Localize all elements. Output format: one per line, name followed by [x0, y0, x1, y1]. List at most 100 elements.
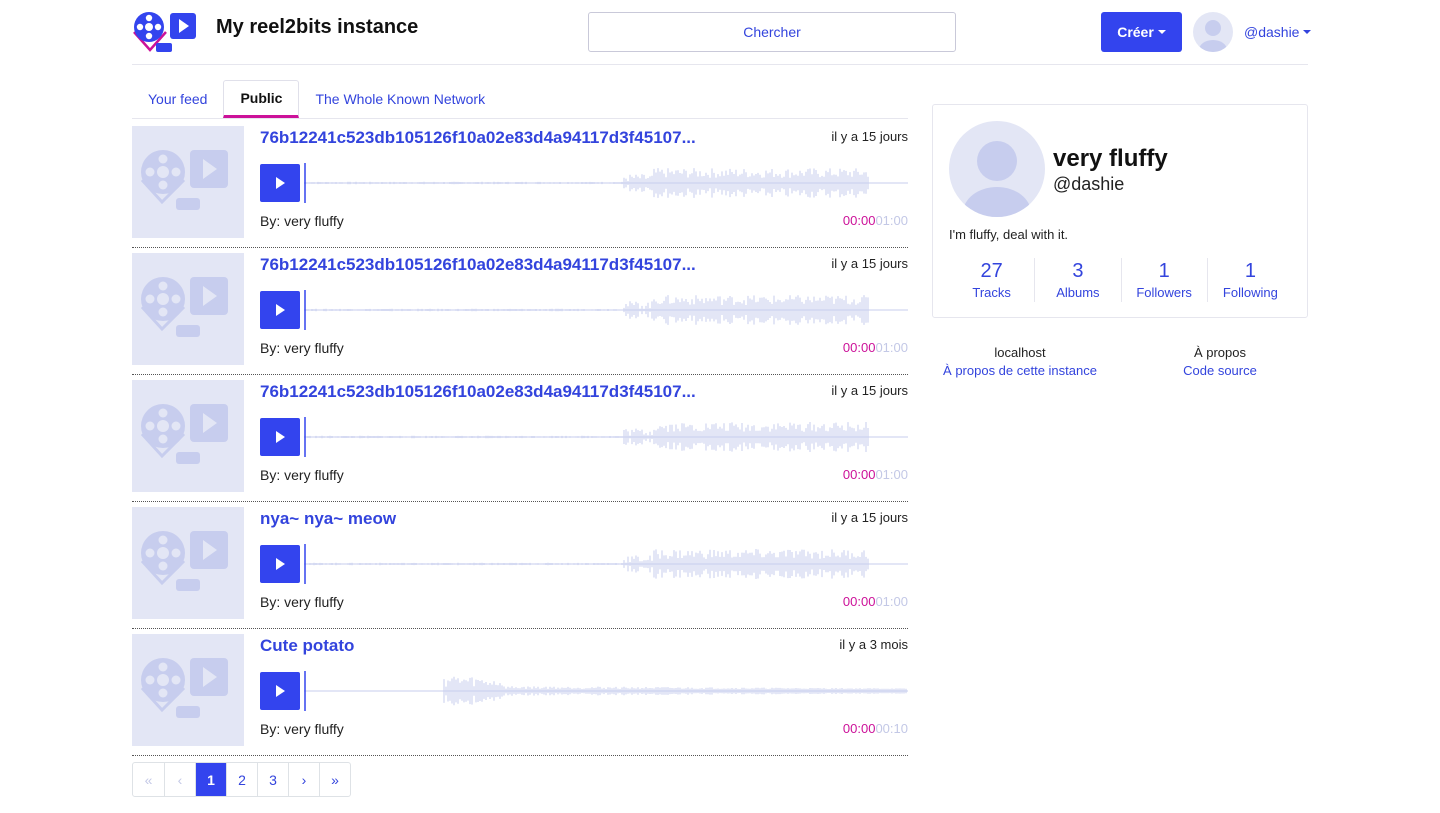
- track-timestamp: il y a 15 jours: [831, 256, 908, 271]
- track-cover-image[interactable]: [132, 253, 244, 365]
- stat-label: Tracks: [972, 285, 1011, 300]
- chevron-down-icon: [1303, 30, 1312, 34]
- page-last-button[interactable]: »: [319, 763, 350, 796]
- tab-whole-known-network[interactable]: The Whole Known Network: [299, 80, 501, 118]
- track-author: By: very fluffy: [260, 594, 344, 610]
- play-icon: [276, 685, 285, 697]
- play-icon: [276, 431, 285, 443]
- track-playback-time: 00:0000:10: [843, 721, 908, 736]
- track-row: 76b12241c523db105126f10a02e83d4a94117d3f…: [132, 375, 908, 502]
- profile-card: very fluffy @dashie I'm fluffy, deal wit…: [932, 104, 1308, 318]
- track-timestamp: il y a 15 jours: [831, 383, 908, 398]
- waveform-seekbar[interactable]: [303, 163, 908, 203]
- page-first-button[interactable]: «: [133, 763, 164, 796]
- user-menu-dropdown[interactable]: @dashie: [1244, 24, 1312, 40]
- page-2-button[interactable]: 2: [226, 763, 257, 796]
- track-timestamp: il y a 15 jours: [831, 510, 908, 525]
- chevron-down-icon: [1157, 30, 1166, 34]
- timeline-tabs: Your feed Public The Whole Known Network: [132, 80, 908, 119]
- duration: 01:00: [875, 340, 908, 355]
- track-row: nya~ nya~ meow il y a 15 jours By: very fl…: [132, 502, 908, 629]
- avatar[interactable]: [1193, 12, 1233, 52]
- current-time: 00:00: [842, 467, 876, 482]
- footer-about-heading: À propos: [1193, 345, 1247, 360]
- track-timestamp: il y a 15 jours: [831, 129, 908, 144]
- footer-about-column: À propos Code source: [1130, 344, 1310, 380]
- duration: 00:10: [875, 721, 908, 736]
- track-playback-time: 00:0001:00: [843, 467, 908, 482]
- current-time: 00:00: [842, 594, 876, 609]
- track-row: 76b12241c523db105126f10a02e83d4a94117d3f…: [132, 121, 908, 248]
- waveform-seekbar[interactable]: [303, 417, 908, 457]
- play-button[interactable]: [260, 672, 300, 710]
- page-1-button[interactable]: 1: [195, 763, 226, 796]
- page-3-button[interactable]: 3: [257, 763, 288, 796]
- about-instance-link[interactable]: À propos de cette instance: [930, 362, 1110, 380]
- create-button-label: Créer: [1117, 24, 1154, 40]
- duration: 01:00: [875, 213, 908, 228]
- play-button[interactable]: [260, 164, 300, 202]
- profile-avatar[interactable]: [949, 121, 1045, 217]
- track-title-link[interactable]: nya~ nya~ meow: [260, 509, 720, 529]
- stat-label: Followers: [1136, 285, 1192, 300]
- track-playback-time: 00:0001:00: [843, 340, 908, 355]
- track-cover-image[interactable]: [132, 380, 244, 492]
- stat-albums[interactable]: 3 Albums: [1034, 258, 1120, 302]
- track-cover-image[interactable]: [132, 507, 244, 619]
- track-list: 76b12241c523db105126f10a02e83d4a94117d3f…: [132, 121, 908, 756]
- stat-label: Following: [1222, 285, 1278, 300]
- track-author: By: very fluffy: [260, 213, 344, 229]
- stat-followers[interactable]: 1 Followers: [1120, 258, 1207, 302]
- track-title-link[interactable]: Cute potato: [260, 636, 720, 656]
- track-playback-time: 00:0001:00: [843, 213, 908, 228]
- profile-stats: 27 Tracks 3 Albums 1 Followers 1 Followi…: [949, 258, 1293, 302]
- footer-instance-column: localhost À propos de cette instance: [930, 344, 1110, 380]
- track-row: Cute potato il y a 3 mois By: very fluffy 0…: [132, 629, 908, 756]
- play-button[interactable]: [260, 418, 300, 456]
- page-next-button[interactable]: ›: [288, 763, 319, 796]
- track-playback-time: 00:0001:00: [843, 594, 908, 609]
- tab-public[interactable]: Public: [223, 80, 300, 118]
- duration: 01:00: [875, 594, 908, 609]
- pagination: « ‹ 1 2 3 › »: [132, 762, 351, 797]
- track-cover-image[interactable]: [132, 126, 244, 238]
- current-time: 00:00: [842, 721, 876, 736]
- waveform-seekbar[interactable]: [303, 544, 908, 584]
- tab-your-feed[interactable]: Your feed: [132, 80, 223, 118]
- user-avatar-icon: [1199, 20, 1227, 52]
- track-author: By: very fluffy: [260, 721, 344, 737]
- stat-value: 1: [1158, 260, 1170, 282]
- track-title-link[interactable]: 76b12241c523db105126f10a02e83d4a94117d3f…: [260, 382, 720, 402]
- stat-value: 1: [1244, 260, 1256, 282]
- page-prev-button[interactable]: ‹: [164, 763, 195, 796]
- waveform-seekbar[interactable]: [303, 671, 908, 711]
- track-author: By: very fluffy: [260, 340, 344, 356]
- username-label: @dashie: [1244, 24, 1300, 40]
- track-title-link[interactable]: 76b12241c523db105126f10a02e83d4a94117d3f…: [260, 128, 720, 148]
- footer-instance-host: localhost: [994, 345, 1046, 360]
- stat-label: Albums: [1056, 285, 1100, 300]
- current-time: 00:00: [842, 213, 876, 228]
- track-row: 76b12241c523db105126f10a02e83d4a94117d3f…: [132, 248, 908, 375]
- create-dropdown-button[interactable]: Créer: [1101, 12, 1182, 52]
- profile-bio: I'm fluffy, deal with it.: [949, 227, 1069, 242]
- profile-name[interactable]: very fluffy: [1053, 145, 1168, 173]
- track-timestamp: il y a 3 mois: [839, 637, 908, 652]
- play-button[interactable]: [260, 545, 300, 583]
- top-navbar: My reel2bits instance Chercher Créer @da…: [132, 0, 1312, 65]
- track-cover-image[interactable]: [132, 634, 244, 746]
- track-title-link[interactable]: 76b12241c523db105126f10a02e83d4a94117d3f…: [260, 255, 720, 275]
- search-input[interactable]: Chercher: [588, 12, 956, 52]
- stat-value: 27: [980, 260, 1003, 282]
- reel2bits-logo-icon[interactable]: [132, 10, 196, 54]
- site-title[interactable]: My reel2bits instance: [216, 16, 418, 39]
- play-icon: [276, 177, 285, 189]
- current-time: 00:00: [842, 340, 876, 355]
- user-avatar-icon: [963, 141, 1031, 217]
- play-button[interactable]: [260, 291, 300, 329]
- profile-handle: @dashie: [1053, 174, 1125, 194]
- stat-following[interactable]: 1 Following: [1206, 258, 1293, 302]
- waveform-seekbar[interactable]: [303, 290, 908, 330]
- source-code-link[interactable]: Code source: [1130, 362, 1310, 380]
- stat-tracks[interactable]: 27 Tracks: [949, 258, 1034, 302]
